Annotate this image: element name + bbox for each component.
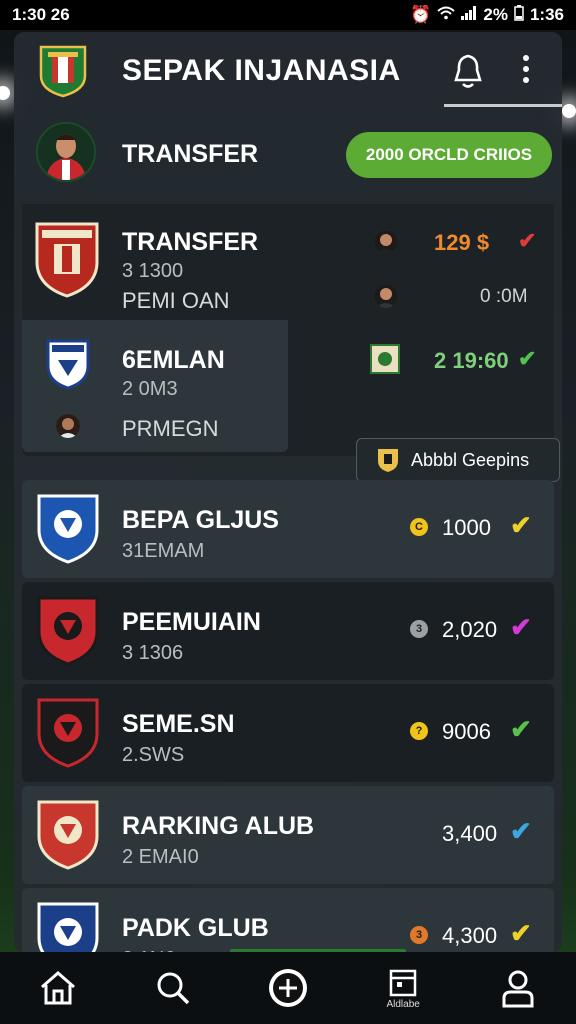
nav-calendar[interactable]: Aldlabe	[368, 958, 438, 1018]
transfer-summary-box: TRANSFER 3 1300 PEMI OAN 6EMLAN 2 0M3 PR…	[22, 204, 560, 482]
stadium-light	[562, 104, 576, 118]
transfer-subheader: TRANSFER 2000 ORCLD CRIIOS	[14, 114, 562, 194]
goalkeepers-chip[interactable]: Abbbl Geepins	[356, 438, 560, 482]
club-row-subtitle: 31EMAM	[122, 540, 205, 562]
status-bar: 1:30 26 ⏰ 2% 1:36	[0, 0, 576, 30]
nav-home[interactable]	[23, 958, 93, 1018]
club-row-amount: 3,400	[442, 821, 498, 846]
club-crest-icon	[37, 800, 99, 870]
club-crest-icon	[37, 596, 99, 666]
profile-icon	[502, 970, 534, 1008]
club-logo-icon	[39, 45, 87, 98]
transfer-value: 129 $	[434, 230, 490, 255]
club-row-title: RARKING ALUB	[122, 812, 315, 840]
club-crest-icon	[37, 494, 99, 564]
app-header: SEPAK INJANASIA	[14, 32, 562, 110]
search-icon	[157, 972, 190, 1005]
nav-add[interactable]	[253, 958, 323, 1018]
nav-calendar-label: Aldlabe	[386, 998, 420, 1010]
club-row[interactable]: PEEMUIAIN 3 1306 3 2,020 ✔	[22, 582, 554, 680]
player-avatar	[374, 284, 398, 308]
club-crest-icon	[46, 339, 90, 390]
club-value-cell[interactable]: 2 19:60 ✔	[292, 320, 554, 452]
check-icon: ✔	[518, 346, 537, 371]
club-row-subtitle: 2.SWS	[122, 744, 185, 766]
club-row-amount: 4,300	[442, 923, 498, 948]
status-time: 1:30 26	[12, 5, 70, 24]
club-row-amount: 2,020	[442, 617, 498, 642]
transfer-cell-title: TRANSFER	[122, 228, 259, 256]
transfer-cell-line1: 3 1300	[122, 260, 184, 282]
battery-percent: 2%	[483, 5, 508, 24]
battery-icon	[514, 4, 524, 26]
coin-icon: C	[410, 518, 428, 536]
club-row-subtitle: 2 EMAI0	[122, 846, 199, 868]
club-row-title: SEME.SN	[122, 710, 235, 738]
check-icon: ✔	[518, 228, 537, 253]
club-row-amount: 9006	[442, 719, 491, 744]
club-crest-icon	[378, 449, 398, 472]
club-row[interactable]: SEME.SN 2.SWS? 9006 ✔	[22, 684, 554, 782]
check-icon: ✔	[510, 816, 532, 846]
club-cell-title: 6EMLAN	[122, 346, 225, 374]
coin-icon: ?	[410, 722, 428, 740]
app-title: SEPAK INJANASIA	[122, 54, 401, 87]
transfer-value-2: 0 :0M	[480, 286, 528, 307]
world-cup-button[interactable]: 2000 ORCLD CRIIOS	[346, 132, 552, 178]
player-avatar	[56, 414, 80, 438]
goalkeepers-label: Abbbl Geepins	[411, 449, 530, 470]
check-icon: ✔	[510, 612, 532, 642]
signal-icon	[461, 5, 477, 25]
bottom-nav: Aldlabe	[0, 952, 576, 1024]
stadium-light	[0, 86, 10, 100]
plus-circle-icon	[268, 969, 307, 1007]
status-clock: 1:36	[529, 5, 564, 24]
club-row[interactable]: BEPA GLJUS 31EMAM C 1000 ✔	[22, 480, 554, 578]
club-value: 2 19:60	[434, 348, 509, 373]
club-list: BEPA GLJUS 31EMAM C 1000 ✔ PEEMUIAIN 3 1306 3 2,…	[22, 480, 554, 952]
club-cell-line1: 2 0M3	[122, 378, 178, 400]
transfer-cell-line2: PEMI OAN	[122, 288, 230, 313]
club-crest-icon	[35, 222, 99, 298]
check-icon: ✔	[510, 918, 532, 948]
club-crest-icon	[37, 698, 99, 768]
club-row-amount: 1000	[442, 515, 491, 540]
club-crest-icon	[370, 344, 400, 374]
nav-search[interactable]	[138, 958, 208, 1018]
transfer-cell[interactable]: TRANSFER 3 1300 PEMI OAN	[22, 204, 288, 316]
coin-icon: 3	[410, 926, 428, 944]
nav-profile[interactable]	[483, 958, 553, 1018]
coin-icon: 3	[410, 620, 428, 638]
player-avatar	[374, 230, 398, 254]
club-row[interactable]: RARKING ALUB 2 EMAI0 3,400 ✔	[22, 786, 554, 884]
calendar-icon	[389, 969, 417, 996]
transfer-value-cell[interactable]: 129 $ ✔ 0 :0M	[292, 204, 554, 316]
main-panel: SEPAK INJANASIA TRANSFER 2000 ORCLD CRII…	[14, 32, 562, 952]
club-crest-icon	[37, 902, 99, 952]
club-row-title: PEEMUIAIN	[122, 608, 261, 636]
notification-bell-icon[interactable]	[450, 52, 486, 95]
club-row[interactable]: PADK GLUB2 1N634,300✔	[22, 888, 554, 952]
check-icon: ✔	[510, 714, 532, 744]
club-cell[interactable]: 6EMLAN 2 0M3 PRMEGN	[22, 320, 288, 452]
alarm-icon: ⏰	[410, 5, 432, 24]
club-row-title: BEPA GLJUS	[122, 506, 279, 534]
more-menu-icon[interactable]	[518, 54, 534, 93]
club-cell-line2: PRMEGN	[122, 416, 219, 441]
club-row-title: PADK GLUB	[122, 914, 269, 942]
user-avatar[interactable]	[36, 122, 96, 182]
header-underline	[444, 104, 562, 107]
wifi-icon	[437, 5, 456, 25]
check-icon: ✔	[510, 510, 532, 540]
club-row-subtitle: 3 1306	[122, 642, 184, 664]
home-icon	[40, 971, 75, 1005]
transfer-title: TRANSFER	[122, 140, 259, 168]
